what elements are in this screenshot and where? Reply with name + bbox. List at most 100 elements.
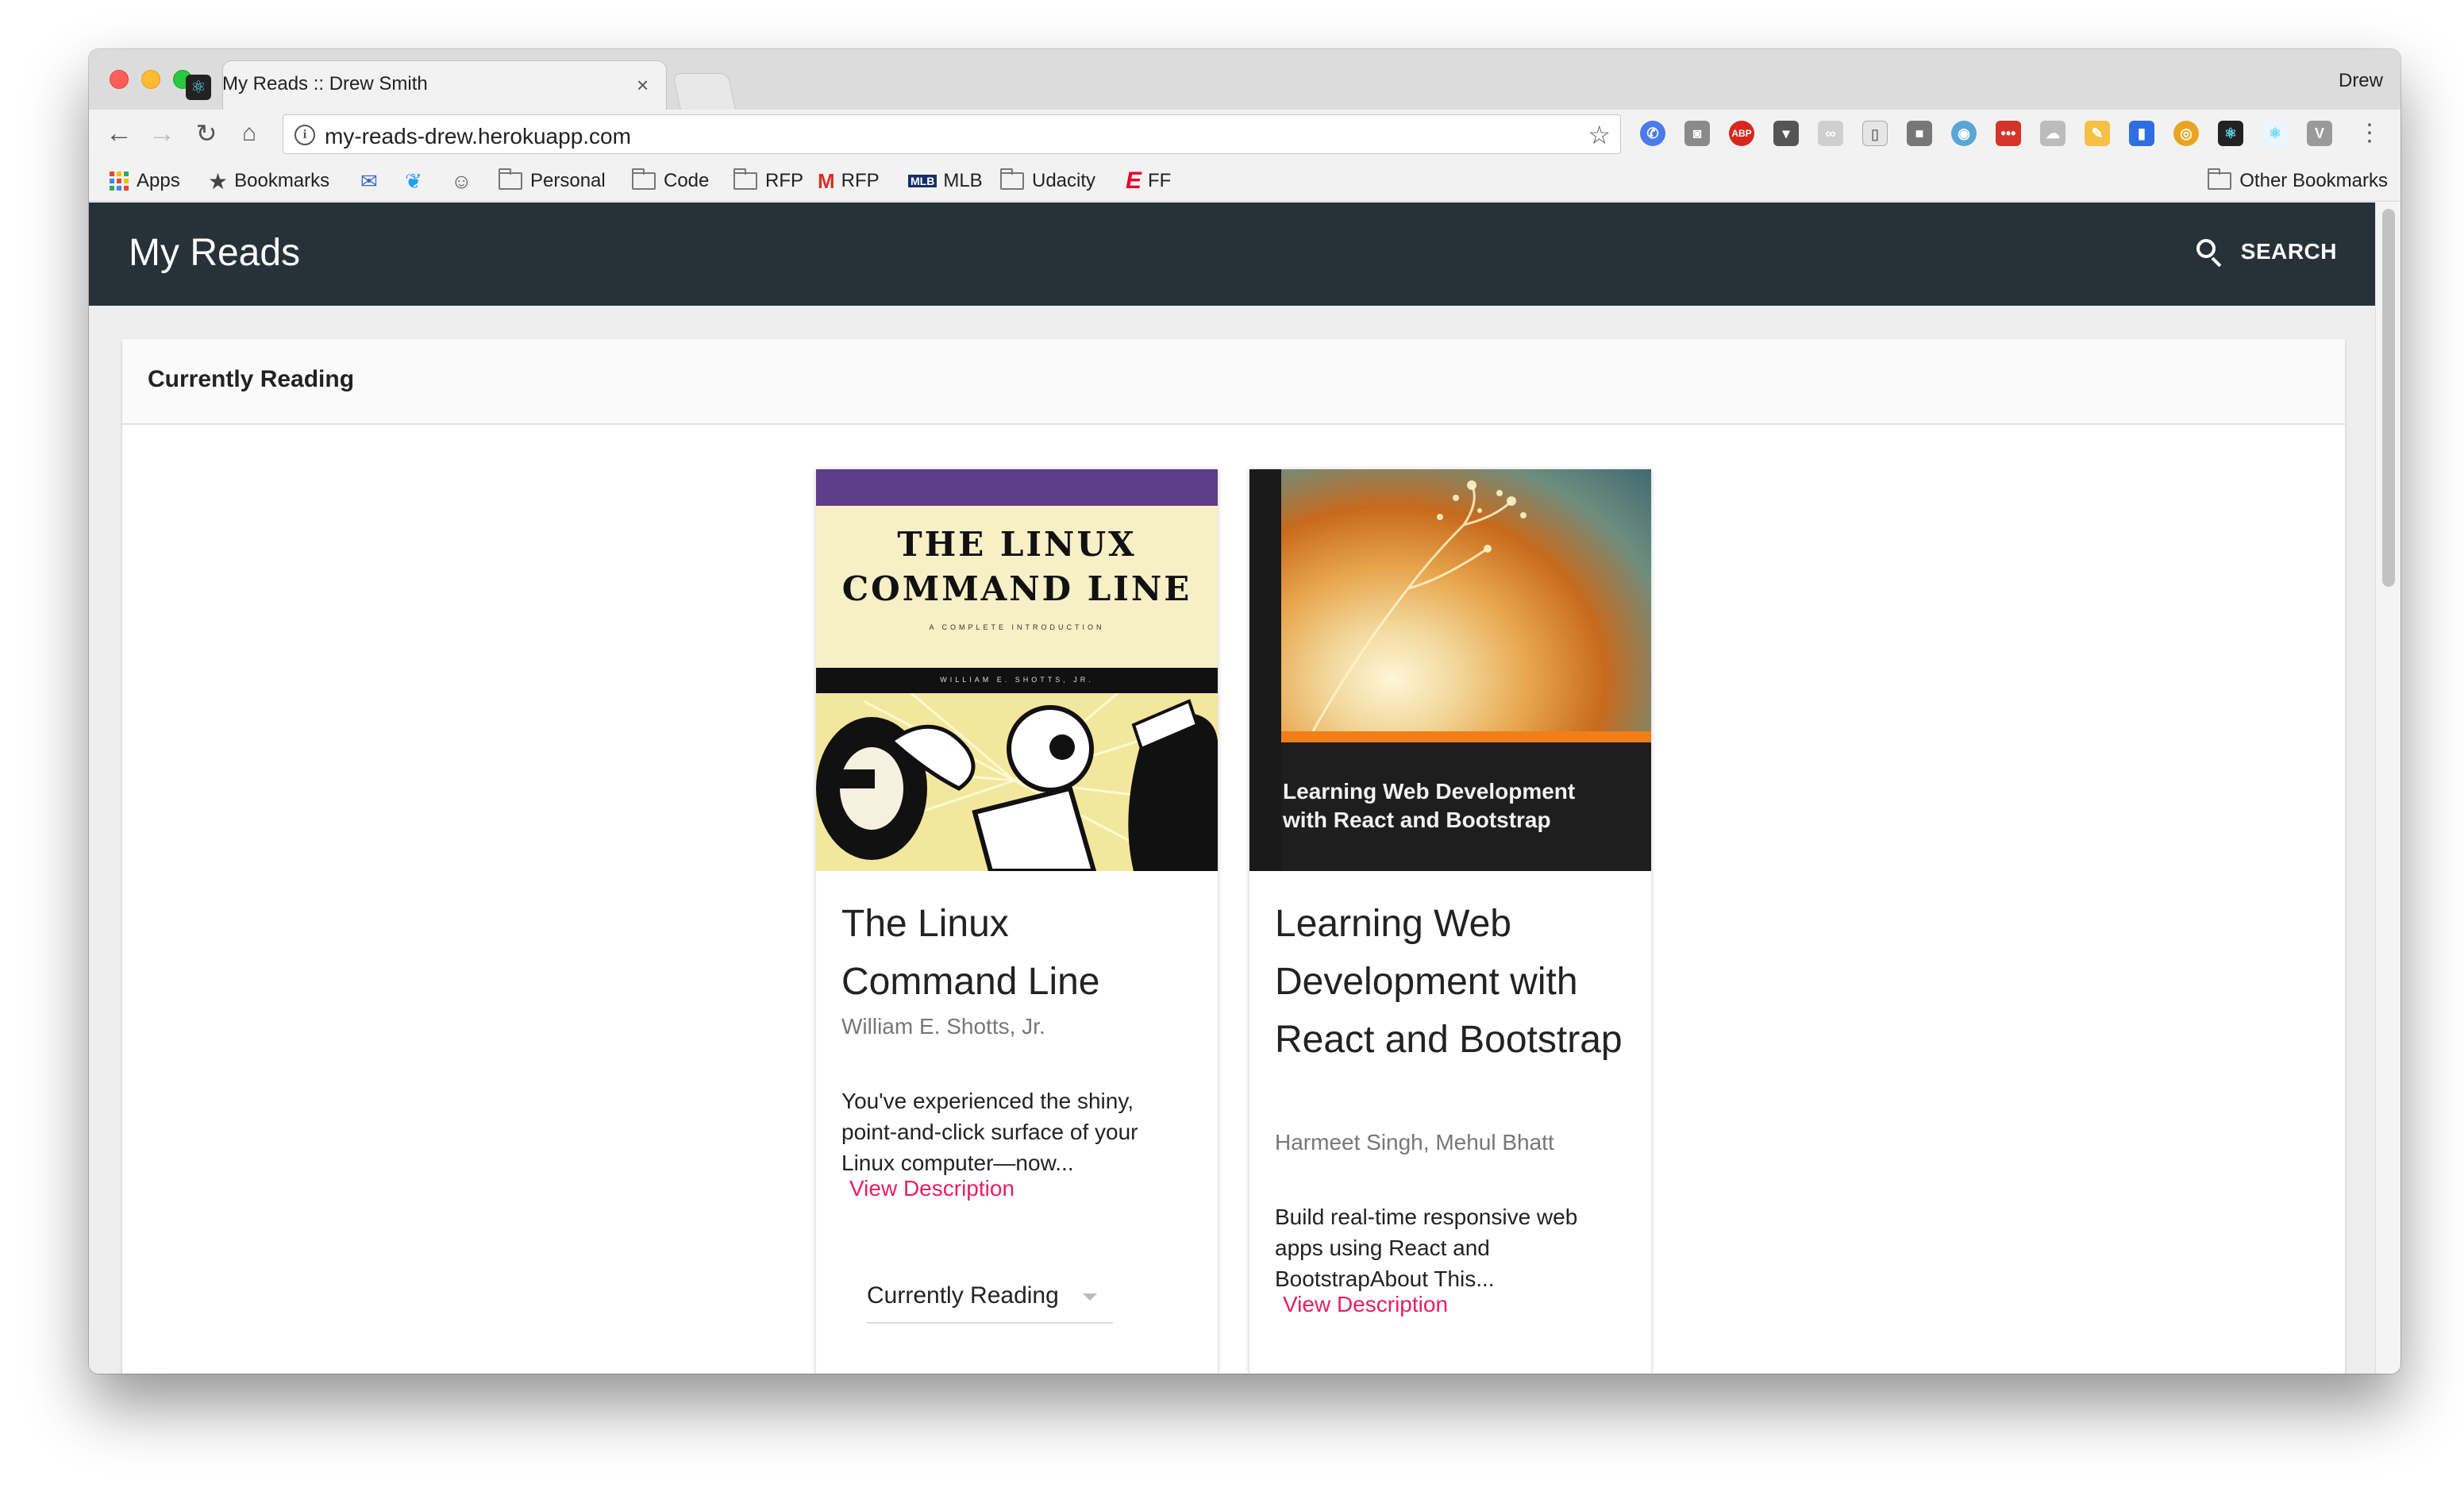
- cover-author: WILLIAM E. SHOTTS, JR.: [940, 676, 1094, 684]
- cover-photo: [1281, 469, 1651, 732]
- bookmark-label: RFP: [841, 170, 880, 191]
- tab-close-icon[interactable]: ×: [637, 73, 649, 97]
- book-title: Learning Web Development with React and …: [1275, 903, 1623, 1061]
- cover-title-line: with React and Bootstrap: [1283, 808, 1551, 832]
- browser-toolbar: ← → ↻ ⌂ i my-reads-drew.herokuapp.com ☆ …: [89, 110, 2400, 160]
- shelf-changer-select[interactable]: Currently Reading: [867, 1276, 1113, 1324]
- view-description-link[interactable]: View Description: [1283, 1292, 1448, 1317]
- url-text: my-reads-drew.herokuapp.com: [325, 124, 631, 148]
- title-bar: ⚛ My Reads :: Drew Smith × Drew: [89, 49, 2400, 110]
- cover-title-line: Learning Web Development: [1283, 779, 1576, 804]
- close-window-button[interactable]: [110, 70, 129, 89]
- tab-title: My Reads :: Drew Smith: [222, 73, 428, 94]
- cover-illustration: [816, 692, 1218, 871]
- extension-cloud-icon[interactable]: ☁: [2040, 121, 2066, 146]
- extension-page-icon[interactable]: ▯: [1862, 121, 1888, 146]
- address-bar[interactable]: i my-reads-drew.herokuapp.com ☆: [283, 114, 1621, 154]
- book-description: You've experienced the shiny, point-and-…: [841, 1089, 1138, 1175]
- bookmark-label: MLB: [943, 170, 983, 191]
- bookmark-ff[interactable]: E FF: [1126, 168, 1171, 194]
- book-title: The Linux Command Line: [841, 903, 1100, 1003]
- folder-icon: [632, 168, 656, 190]
- extension-v-icon[interactable]: V: [2307, 121, 2332, 146]
- shelf-select-value: Currently Reading: [867, 1282, 1059, 1309]
- book-description: Build real-time responsive web apps usin…: [1275, 1205, 1578, 1291]
- info-icon[interactable]: i: [295, 125, 315, 145]
- bookmarks-bar: Apps ★ Bookmarks ✉ ❦ ☺ Personal Code RFP…: [89, 160, 2400, 202]
- search-label: SEARCH: [2240, 239, 2337, 264]
- extension-target-icon[interactable]: ◎: [2173, 121, 2199, 146]
- book-card: Learning Web Development with React and …: [1249, 469, 1651, 1374]
- scrollbar-thumb[interactable]: [2382, 209, 2395, 587]
- web-page: My Reads SEARCH Currently Reading THE LI…: [89, 202, 2375, 1374]
- gmail-icon: M: [818, 168, 835, 193]
- app-bar: My Reads SEARCH: [89, 202, 2375, 306]
- mail-icon[interactable]: ✉: [360, 168, 378, 194]
- bookmark-personal[interactable]: Personal: [499, 168, 606, 194]
- bookmark-bookmarks[interactable]: ★ Bookmarks: [208, 168, 329, 194]
- forward-arrow-icon[interactable]: →: [146, 118, 178, 149]
- app-title: My Reads: [129, 232, 301, 274]
- bookmark-apps[interactable]: Apps: [110, 168, 180, 194]
- view-description-link[interactable]: View Description: [849, 1176, 1014, 1201]
- bookmark-label: Other Bookmarks: [2239, 170, 2388, 191]
- bookmark-label: Code: [664, 170, 710, 191]
- shelf-title: Currently Reading: [148, 366, 355, 392]
- profile-name[interactable]: Drew: [2339, 70, 2383, 92]
- book-cover[interactable]: THE LINUX COMMAND LINE A COMPLETE INTROD…: [816, 469, 1218, 871]
- reddit-icon[interactable]: ☺: [451, 168, 472, 194]
- twitter-icon[interactable]: ❦: [405, 168, 422, 194]
- shelf-header: Currently Reading: [122, 339, 2345, 425]
- cover-title-line: THE LINUX: [897, 525, 1137, 564]
- apps-grid-icon: [110, 172, 129, 191]
- espn-icon: E: [1126, 168, 1142, 194]
- bookmark-udacity[interactable]: Udacity: [1000, 168, 1095, 194]
- extension-square-icon[interactable]: ■: [1907, 121, 1932, 146]
- mlb-icon: MLB: [908, 175, 937, 187]
- extension-chat-icon[interactable]: ✆: [1640, 121, 1665, 146]
- extension-link-icon[interactable]: ∞: [1818, 121, 1843, 146]
- extension-bars-icon[interactable]: ▮: [2129, 121, 2154, 146]
- browser-menu-icon[interactable]: ⋮: [2358, 118, 2381, 149]
- bookmark-label: Bookmarks: [234, 170, 330, 191]
- react-devtools-icon[interactable]: ⚛: [2218, 121, 2243, 146]
- book-cover[interactable]: Learning Web Development with React and …: [1249, 469, 1651, 871]
- book-card: THE LINUX COMMAND LINE A COMPLETE INTROD…: [816, 469, 1218, 1374]
- browser-window: ⚛ My Reads :: Drew Smith × Drew ← → ↻ ⌂ …: [89, 49, 2400, 1374]
- star-icon: ★: [208, 168, 229, 194]
- bookshelf: Currently Reading THE LINUX COMMAND LINE…: [122, 339, 2345, 1374]
- minimize-window-button[interactable]: [141, 70, 160, 89]
- bookmark-rfp-gmail[interactable]: M RFP: [818, 168, 880, 194]
- page-scrollbar[interactable]: [2375, 202, 2400, 1374]
- search-button[interactable]: SEARCH: [2195, 237, 2337, 268]
- bookmark-mlb[interactable]: MLB MLB: [908, 168, 983, 194]
- home-icon[interactable]: ⌂: [233, 118, 265, 149]
- reload-icon[interactable]: ↻: [191, 118, 222, 149]
- back-arrow-icon[interactable]: ←: [103, 118, 135, 149]
- bookmark-other[interactable]: Other Bookmarks: [2208, 168, 2388, 194]
- folder-icon: [1000, 168, 1024, 190]
- cover-subtitle: A COMPLETE INTRODUCTION: [929, 623, 1105, 631]
- book-authors: William E. Shotts, Jr.: [841, 1014, 1045, 1039]
- bookmark-label: Apps: [137, 170, 180, 191]
- bookmark-label: Udacity: [1032, 170, 1096, 191]
- folder-icon: [499, 168, 522, 190]
- new-tab-button[interactable]: [672, 73, 736, 110]
- chevron-down-icon: [1083, 1293, 1097, 1301]
- bookmark-code[interactable]: Code: [632, 168, 709, 194]
- pocket-icon[interactable]: ▾: [1773, 121, 1799, 146]
- extension-globe-icon[interactable]: ◉: [1951, 121, 1977, 146]
- extension-camera-icon[interactable]: ◙: [1684, 121, 1710, 146]
- extension-pencil-icon[interactable]: ✎: [2085, 121, 2110, 146]
- adblock-icon[interactable]: ABP: [1729, 121, 1754, 146]
- bookmark-label: FF: [1148, 170, 1172, 191]
- bookmark-rfp-folder[interactable]: RFP: [733, 168, 803, 194]
- react-icon[interactable]: ⚛: [2262, 121, 2288, 146]
- book-authors: Harmeet Singh, Mehul Bhatt: [1275, 1130, 1554, 1155]
- extension-lastpass-icon[interactable]: •••: [1996, 121, 2021, 146]
- bookmark-star-icon[interactable]: ☆: [1588, 120, 1611, 150]
- react-favicon-icon: ⚛: [186, 75, 211, 100]
- folder-icon: [733, 168, 757, 190]
- search-icon: [2195, 237, 2223, 268]
- bookmark-label: RFP: [765, 170, 803, 191]
